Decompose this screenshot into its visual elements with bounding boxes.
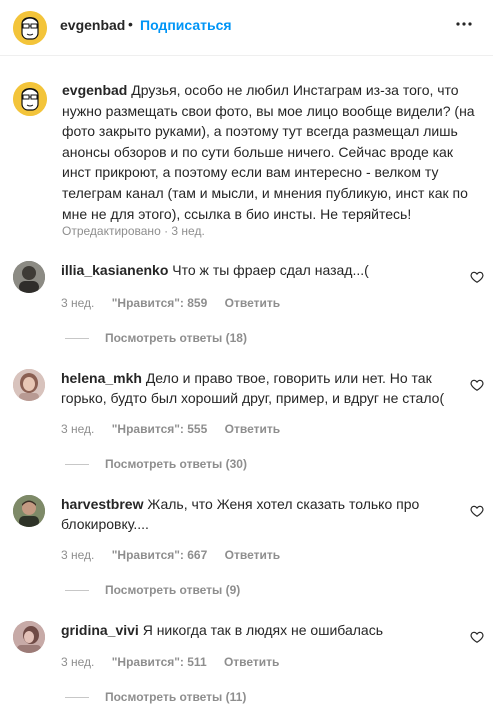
like-heart-icon[interactable] [470, 270, 484, 284]
view-replies-label: Посмотреть ответы (9) [105, 583, 241, 597]
comment-time: 3 нед. [61, 422, 95, 436]
comment-text-block: harvestbrew Жаль, что Женя хотел сказать… [61, 494, 451, 534]
follow-button[interactable]: Подписаться [140, 17, 232, 33]
comment-body: Что ж ты фраер сдал назад...( [172, 262, 369, 278]
view-replies-button[interactable]: Посмотреть ответы (11) [65, 690, 246, 704]
caption-body: Друзья, особо не любил Инстаграм из-за т… [62, 82, 475, 222]
comment-meta: 3 нед. "Нравится": 667 Ответить [61, 548, 294, 562]
caption-avatar[interactable] [13, 82, 47, 116]
comment-username[interactable]: harvestbrew [61, 496, 143, 512]
comment-username[interactable]: gridina_vivi [61, 622, 139, 638]
comment-time: 3 нед. [61, 548, 95, 562]
comment-time: 3 нед. [61, 655, 95, 669]
like-heart-icon[interactable] [470, 504, 484, 518]
comment-likes[interactable]: "Нравится": 511 [112, 655, 207, 669]
separator-dot: • [128, 16, 133, 32]
replies-divider-line [65, 590, 89, 592]
like-heart-icon[interactable] [470, 378, 484, 392]
comment-likes[interactable]: "Нравится": 667 [112, 548, 208, 562]
avatar-photo [13, 369, 45, 401]
comment-username[interactable]: illia_kasianenko [61, 262, 168, 278]
reply-button[interactable]: Ответить [225, 548, 280, 562]
more-options-icon[interactable] [452, 12, 476, 36]
avatar-photo [13, 495, 45, 527]
avatar-photo [13, 621, 45, 653]
view-replies-button[interactable]: Посмотреть ответы (30) [65, 457, 247, 471]
comment-meta: 3 нед. "Нравится": 511 Ответить [61, 655, 293, 669]
commenter-avatar[interactable] [13, 495, 45, 527]
view-replies-label: Посмотреть ответы (30) [105, 457, 247, 471]
replies-divider-line [65, 697, 89, 699]
comment-likes[interactable]: "Нравится": 555 [112, 422, 208, 436]
caption-meta: Отредактировано · 3 нед. [62, 224, 205, 238]
comment-text-block: illia_kasianenko Что ж ты фраер сдал наз… [61, 260, 451, 280]
view-replies-label: Посмотреть ответы (18) [105, 331, 247, 345]
comment-body: Я никогда так в людях не ошибалась [142, 622, 384, 638]
commenter-avatar[interactable] [13, 369, 45, 401]
commenter-avatar[interactable] [13, 261, 45, 293]
reply-button[interactable]: Ответить [225, 296, 280, 310]
avatar-illustration [13, 82, 47, 116]
commenter-avatar[interactable] [13, 621, 45, 653]
author-avatar[interactable] [13, 11, 47, 45]
reply-button[interactable]: Ответить [225, 422, 280, 436]
author-username[interactable]: evgenbad [60, 17, 125, 33]
comment-likes[interactable]: "Нравится": 859 [112, 296, 208, 310]
comment-text-block: gridina_vivi Я никогда так в людях не ош… [61, 620, 451, 640]
view-replies-label: Посмотреть ответы (11) [105, 690, 247, 704]
view-replies-button[interactable]: Посмотреть ответы (9) [65, 583, 240, 597]
view-replies-button[interactable]: Посмотреть ответы (18) [65, 331, 247, 345]
avatar-illustration [13, 11, 47, 45]
comment-text-block: helena_mkh Дело и право твое, говорить и… [61, 368, 451, 408]
replies-divider-line [65, 464, 89, 466]
like-heart-icon[interactable] [470, 630, 484, 644]
caption-username[interactable]: evgenbad [62, 82, 127, 98]
post-header: evgenbad • Подписаться [0, 0, 493, 56]
avatar-photo [13, 261, 45, 293]
comment-meta: 3 нед. "Нравится": 859 Ответить [61, 296, 294, 310]
comment-time: 3 нед. [61, 296, 95, 310]
comment-meta: 3 нед. "Нравится": 555 Ответить [61, 422, 294, 436]
caption-text-block: evgenbad Друзья, особо не любил Инстагра… [62, 80, 477, 224]
comment-username[interactable]: helena_mkh [61, 370, 142, 386]
replies-divider-line [65, 338, 89, 340]
reply-button[interactable]: Ответить [224, 655, 279, 669]
